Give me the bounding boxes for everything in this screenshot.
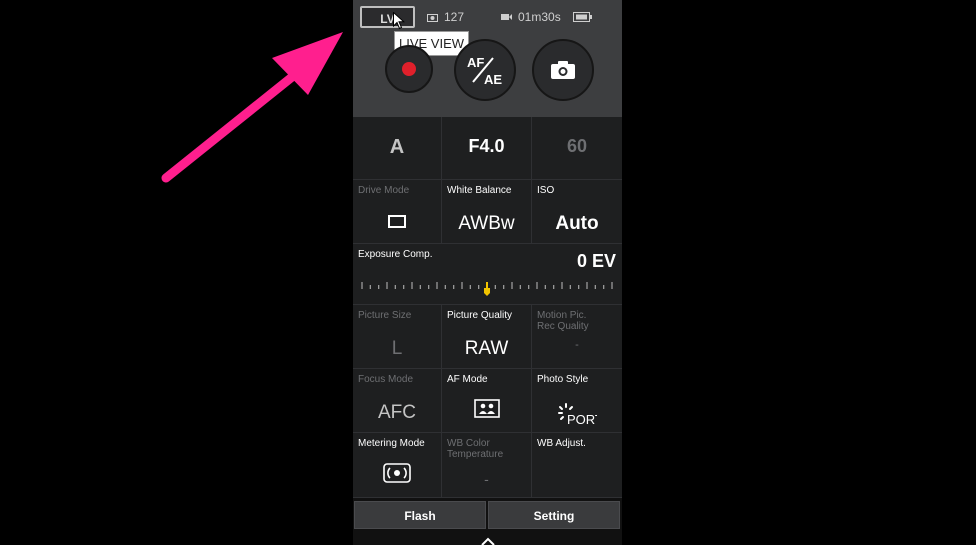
aperture-value: F4.0: [468, 136, 505, 156]
iso-cell[interactable]: ISO Auto: [532, 180, 622, 244]
picture-size-cell[interactable]: Picture Size L: [353, 305, 442, 369]
drive-mode-label: Drive Mode: [358, 185, 410, 196]
aperture-cell[interactable]: F4.0: [442, 117, 532, 180]
cursor-icon: [393, 12, 405, 30]
top-control-bar: LV 127 01m30s LIVE VIEW AF AE: [353, 0, 622, 117]
af-mode-cell[interactable]: AF Mode: [442, 369, 532, 433]
svg-text:AF: AF: [467, 55, 484, 70]
focus-mode-cell[interactable]: Focus Mode AFC: [353, 369, 442, 433]
af-mode-label: AF Mode: [447, 374, 488, 385]
af-ae-button[interactable]: AF AE: [454, 39, 516, 101]
picture-quality-cell[interactable]: Picture Quality RAW: [442, 305, 532, 369]
flash-button[interactable]: Flash: [354, 501, 486, 529]
video-icon: [501, 14, 512, 20]
wb-adjust-cell[interactable]: WB Adjust.: [532, 433, 622, 498]
remaining-time-value: 01m30s: [518, 10, 561, 24]
white-balance-value: AWBw: [458, 213, 515, 234]
camera-icon: [427, 13, 438, 22]
battery-icon: [572, 12, 592, 22]
photo-style-label: Photo Style: [537, 374, 589, 385]
svg-text:AE: AE: [484, 72, 502, 87]
chevron-up-icon[interactable]: [353, 533, 622, 545]
wb-temp-cell[interactable]: WB Color Temperature -: [442, 433, 532, 498]
exposure-comp-value: 0 EV: [576, 251, 616, 271]
exposure-mode-value: A: [389, 136, 405, 158]
drive-single-icon: [353, 215, 441, 233]
camera-remote-app: LV 127 01m30s LIVE VIEW AF AE A F4.0 60 …: [353, 0, 622, 545]
remaining-shots: 127: [427, 10, 464, 24]
exposure-mode-cell[interactable]: A: [353, 117, 442, 180]
wb-temp-value: -: [484, 471, 489, 487]
record-icon: [402, 62, 416, 76]
photo-style-value: PORT: [567, 412, 597, 425]
iso-label: ISO: [537, 185, 555, 196]
white-balance-label: White Balance: [447, 185, 512, 196]
wb-adjust-label: WB Adjust.: [537, 438, 586, 449]
shutter-speed-value: 60: [566, 136, 588, 156]
af-mode-icon: [442, 399, 531, 423]
focus-mode-label: Focus Mode: [358, 374, 414, 385]
remaining-shots-count: 127: [444, 10, 465, 24]
photo-style-cell[interactable]: Photo Style PORT: [532, 369, 622, 433]
motion-quality-label: Motion Pic. Rec Quality: [537, 310, 589, 332]
af-ae-icon: AF AE: [467, 55, 502, 87]
white-balance-cell[interactable]: White Balance AWBw: [442, 180, 532, 244]
exposure-comp-scale[interactable]: [359, 280, 616, 296]
iso-value: Auto: [555, 213, 599, 234]
photo-style-icon: PORT: [532, 401, 622, 427]
metering-icon: [353, 463, 441, 488]
wb-temp-label: WB Color Temperature: [447, 438, 504, 460]
exposure-comp-cell[interactable]: Exposure Comp. 0 EV: [353, 244, 622, 305]
drive-mode-cell[interactable]: Drive Mode: [353, 180, 442, 244]
record-button[interactable]: [385, 45, 433, 93]
motion-quality-cell[interactable]: Motion Pic. Rec Quality -: [532, 305, 622, 369]
remaining-time: 01m30s: [501, 10, 592, 24]
metering-mode-cell[interactable]: Metering Mode: [353, 433, 442, 498]
setting-button[interactable]: Setting: [488, 501, 620, 529]
motion-quality-value: -: [575, 339, 579, 351]
shutter-button[interactable]: [532, 39, 594, 101]
live-view-button[interactable]: LV: [360, 6, 415, 28]
shutter-speed-cell[interactable]: 60: [532, 117, 622, 180]
focus-mode-value: AFC: [378, 402, 416, 423]
metering-mode-label: Metering Mode: [358, 438, 425, 449]
picture-size-value: L: [391, 338, 403, 359]
picture-size-label: Picture Size: [358, 310, 412, 321]
ev-marker: [484, 288, 490, 296]
picture-quality-value: RAW: [464, 338, 509, 359]
shutter-icon: [551, 61, 575, 79]
exposure-comp-label: Exposure Comp.: [358, 249, 433, 260]
bottom-bar: Flash Setting: [353, 498, 622, 545]
picture-quality-label: Picture Quality: [447, 310, 513, 321]
